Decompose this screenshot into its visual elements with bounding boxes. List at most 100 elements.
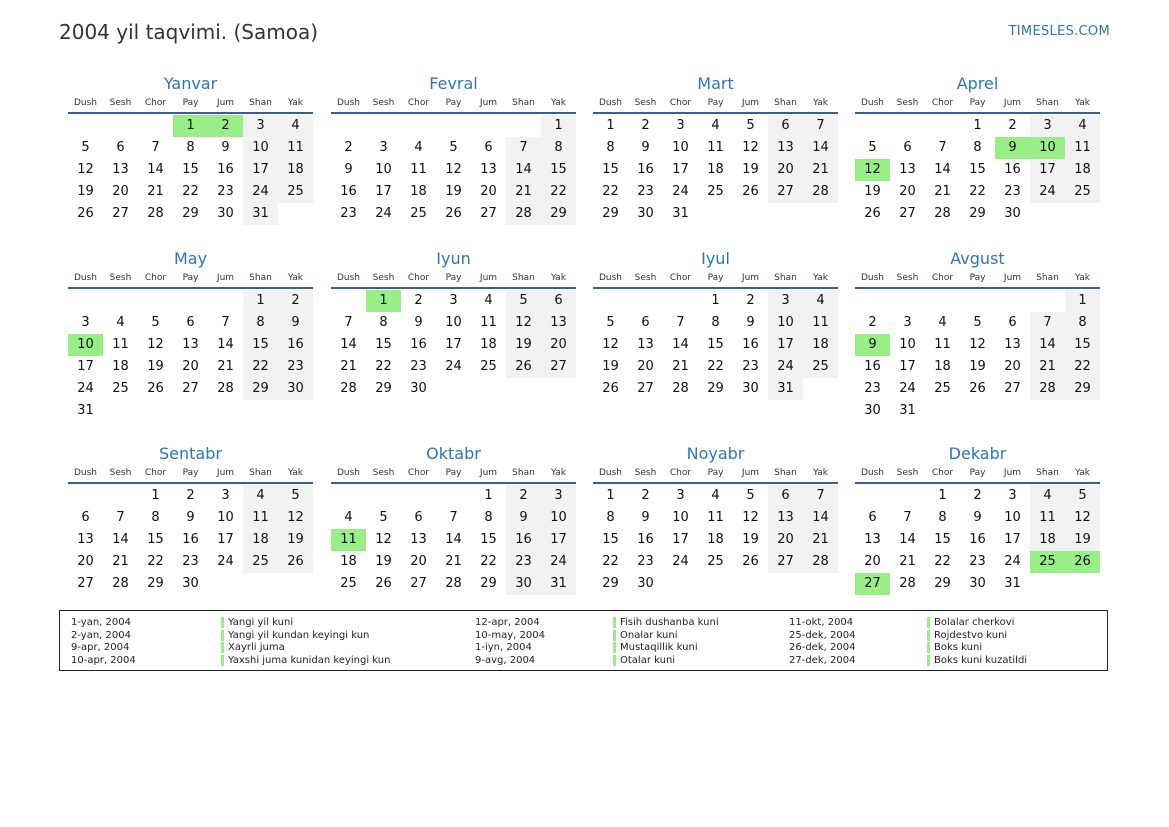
day-cell: 14 — [445, 532, 462, 547]
day-cell: 13 — [410, 532, 427, 547]
day-cell: 9 — [506, 507, 541, 529]
day-cell: 22 — [707, 359, 724, 374]
empty-cell — [138, 115, 173, 137]
day-cell: 13 — [768, 137, 803, 159]
day-cell: 27 — [899, 206, 916, 221]
day-cell: 17 — [1030, 159, 1065, 181]
day-cell: 3 — [449, 293, 458, 308]
day-cell: 14 — [1030, 334, 1065, 356]
holiday-legend: 1-yan, 2004 Yangi yil kuni 2-yan, 2004 Yang… — [59, 610, 1108, 671]
days-grid: 1 2 3 4 5 6 7 8 9 10 11 12 13 14 15 16 17 18 19 20 21 22 23 24 2… — [68, 290, 313, 422]
holiday-date: 1-iyn, 2004 — [475, 642, 532, 654]
day-cell: 17 — [243, 159, 278, 181]
brand-link[interactable]: TIMESLES.COM — [1009, 24, 1110, 39]
day-cell: 29 — [602, 576, 619, 591]
day-cell: 11 — [410, 162, 427, 177]
day-cell: 29 — [934, 576, 951, 591]
day-cell: 24 — [672, 554, 689, 569]
day-cell: 26 — [1065, 551, 1100, 573]
day-cell: 7 — [116, 510, 125, 525]
empty-cell — [138, 290, 173, 312]
day-cell: 23 — [637, 554, 654, 569]
day-cell: 4 — [1030, 485, 1065, 507]
weekday-label: Dush — [336, 273, 361, 283]
day-cell: 8 — [186, 140, 195, 155]
month-name: Iyun — [436, 249, 471, 268]
day-cell: 13 — [768, 507, 803, 529]
weekday-label: Jum — [216, 273, 235, 283]
day-cell: 15 — [602, 162, 619, 177]
day-cell: 9 — [641, 510, 650, 525]
day-cell: 19 — [1065, 529, 1100, 551]
weekday-label: Pay — [445, 273, 462, 283]
day-cell: 16 — [182, 532, 199, 547]
day-cell: 10 — [375, 162, 392, 177]
weekday-label: Sesh — [372, 98, 395, 108]
day-cell: 25 — [410, 206, 427, 221]
weekday-label: Sesh — [896, 273, 919, 283]
day-cell: 13 — [637, 337, 654, 352]
day-cell: 11 — [934, 337, 951, 352]
empty-cell — [593, 290, 628, 312]
weekday-label: Yak — [288, 468, 303, 478]
day-cell: 8 — [484, 510, 493, 525]
day-cell: 5 — [81, 140, 90, 155]
holiday-date: 2-yan, 2004 — [71, 629, 131, 641]
weekday-header: Dush Sesh Chor Pay Jum Shan Yak — [593, 95, 838, 111]
day-cell: 1 — [973, 118, 982, 133]
day-cell: 6 — [768, 485, 803, 507]
day-cell: 5 — [746, 488, 755, 503]
day-cell: 10 — [68, 334, 103, 356]
day-cell: 12 — [742, 510, 759, 525]
day-cell: 20 — [410, 554, 427, 569]
day-cell: 27 — [410, 576, 427, 591]
weekday-header: Dush Sesh Chor Pay Jum Shan Yak — [593, 270, 838, 286]
day-cell: 25 — [243, 551, 278, 573]
day-cell: 15 — [480, 532, 497, 547]
day-cell: 22 — [541, 181, 576, 203]
day-cell: 14 — [803, 507, 838, 529]
day-cell: 3 — [768, 290, 803, 312]
day-cell: 9 — [186, 510, 195, 525]
weekday-header: Dush Sesh Chor Pay Jum Shan Yak — [68, 465, 313, 481]
day-cell: 10 — [899, 337, 916, 352]
day-cell: 23 — [278, 356, 313, 378]
day-cell: 31 — [768, 378, 803, 400]
day-cell: 21 — [899, 554, 916, 569]
day-cell: 5 — [746, 118, 755, 133]
day-cell: 17 — [672, 532, 689, 547]
day-cell: 9 — [641, 140, 650, 155]
day-cell: 24 — [445, 359, 462, 374]
weekday-label: Shan — [1036, 468, 1059, 478]
day-cell: 23 — [410, 359, 427, 374]
day-cell: 11 — [480, 315, 497, 330]
weekday-label: Shan — [512, 273, 535, 283]
empty-cell — [103, 115, 138, 137]
day-cell: 26 — [278, 551, 313, 573]
day-cell: 29 — [243, 378, 278, 400]
day-cell: 18 — [1065, 159, 1100, 181]
day-cell: 9 — [344, 162, 353, 177]
weekday-label: Dush — [73, 273, 98, 283]
day-cell: 23 — [1004, 184, 1021, 199]
day-cell: 27 — [112, 206, 129, 221]
day-cell: 15 — [541, 159, 576, 181]
weekday-label: Dush — [860, 98, 885, 108]
day-cell: 20 — [768, 159, 803, 181]
day-cell: 6 — [1008, 315, 1017, 330]
month-divider — [68, 482, 313, 484]
day-cell: 13 — [480, 162, 497, 177]
days-grid: 1 2 3 4 5 6 7 8 9 10 11 12 13 14 15 16 17 18 19 20 21 22 23 24 2… — [855, 485, 1100, 595]
weekday-label: Dush — [598, 273, 623, 283]
day-cell: 11 — [707, 510, 724, 525]
day-cell: 6 — [484, 140, 493, 155]
day-cell: 15 — [147, 532, 164, 547]
weekday-label: Pay — [445, 468, 462, 478]
day-cell: 1 — [541, 115, 576, 137]
day-cell: 30 — [278, 378, 313, 400]
holiday-name: Yangi yil kuni — [221, 617, 293, 628]
day-cell: 15 — [934, 532, 951, 547]
weekday-label: Chor — [931, 468, 954, 478]
weekday-label: Chor — [931, 273, 954, 283]
day-cell: 7 — [1030, 312, 1065, 334]
